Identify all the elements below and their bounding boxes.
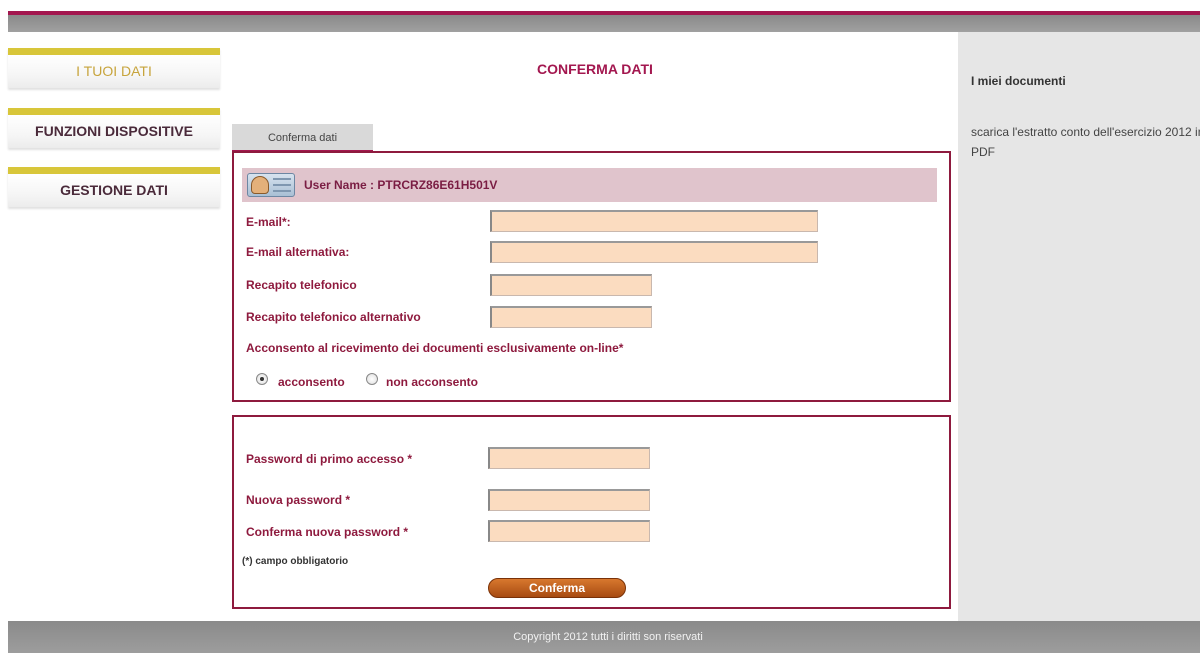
- username-label: User Name : PTRCRZ86E61H501V: [304, 178, 498, 192]
- footer: Copyright 2012 tutti i diritti son riser…: [8, 621, 1200, 653]
- phone-alt-label: Recapito telefonico alternativo: [246, 310, 421, 324]
- email-field[interactable]: [490, 210, 818, 232]
- documents-title: I miei documenti: [971, 74, 1066, 88]
- user-info-bar: User Name : PTRCRZ86E61H501V: [242, 168, 937, 202]
- nav-item-i-tuoi-dati[interactable]: I TUOI DATI: [8, 48, 220, 88]
- page-title: CONFERMA DATI: [537, 61, 653, 77]
- nav-item-funzioni-dispositive[interactable]: FUNZIONI DISPOSITIVE: [8, 108, 220, 148]
- consent-no-radio[interactable]: [366, 373, 378, 385]
- consent-no-label[interactable]: non acconsento: [386, 375, 478, 389]
- phone-alt-field[interactable]: [490, 306, 652, 328]
- new-password-label: Nuova password *: [246, 493, 351, 507]
- copyright-text: Copyright 2012 tutti i diritti son riser…: [513, 631, 703, 643]
- new-password-field[interactable]: [488, 489, 650, 511]
- phone-field[interactable]: [490, 274, 652, 296]
- confirm-button[interactable]: Conferma: [488, 578, 626, 598]
- required-field-note: (*) campo obbligatorio: [242, 556, 349, 567]
- first-password-label: Password di primo accesso *: [246, 452, 413, 466]
- email-alt-field[interactable]: [490, 241, 818, 263]
- contact-data-form: User Name : PTRCRZ86E61H501V E-mail*: E-…: [232, 151, 951, 402]
- download-statement-link[interactable]: scarica l'estratto conto dell'esercizio …: [971, 122, 1200, 162]
- consent-yes-label[interactable]: acconsento: [278, 375, 345, 389]
- email-alt-label: E-mail alternativa:: [246, 245, 350, 259]
- consent-question: Acconsento al ricevimento dei documenti …: [246, 341, 624, 355]
- user-card-icon: [247, 173, 295, 197]
- documents-panel: I miei documenti scarica l'estratto cont…: [958, 32, 1200, 621]
- header-gray-band: [8, 15, 1200, 32]
- nav-item-gestione-dati[interactable]: GESTIONE DATI: [8, 167, 220, 207]
- first-password-field[interactable]: [488, 447, 650, 469]
- email-label: E-mail*:: [246, 215, 291, 229]
- tab-conferma-dati[interactable]: Conferma dati: [232, 124, 373, 152]
- password-form: Password di primo accesso * Nuova passwo…: [232, 415, 951, 609]
- phone-label: Recapito telefonico: [246, 278, 357, 292]
- top-header-bar: [0, 0, 1200, 32]
- consent-yes-radio[interactable]: [256, 373, 268, 385]
- confirm-password-label: Conferma nuova password *: [246, 525, 409, 539]
- confirm-password-field[interactable]: [488, 520, 650, 542]
